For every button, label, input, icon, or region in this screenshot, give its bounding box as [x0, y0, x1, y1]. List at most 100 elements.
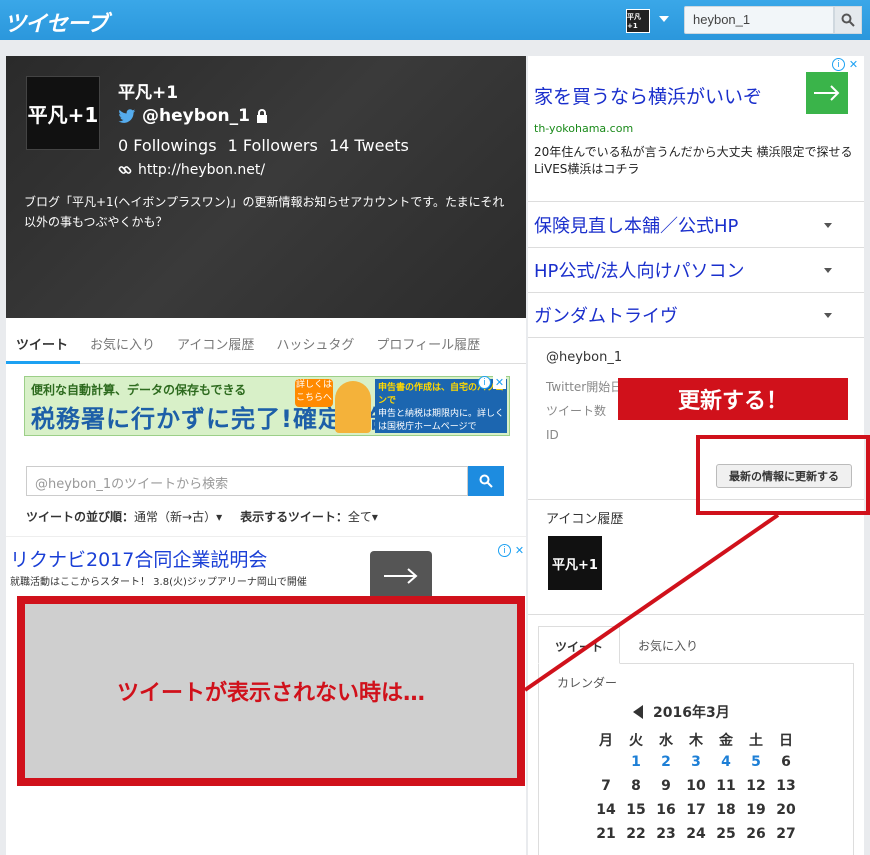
- profile-bio: ブログ「平凡+1(ヘイボンプラスワン)」の更新情報お知らせアカウントです。たまに…: [24, 195, 505, 229]
- calendar-day: 9: [661, 778, 671, 794]
- icon-history-label: アイコン履歴: [546, 512, 624, 527]
- search-icon: [479, 474, 493, 488]
- calendar-day[interactable]: 2: [651, 754, 681, 778]
- tab-tweets[interactable]: ツイート: [6, 322, 81, 364]
- twitter-start-label: Twitter開始日: [546, 380, 623, 394]
- link-icon: [118, 166, 132, 174]
- sidebar-tab-favorites[interactable]: お気に入り: [622, 626, 714, 664]
- arrow-right-icon[interactable]: [370, 551, 432, 601]
- link-ad-label: HP公式/法人向けパソコン: [534, 261, 745, 282]
- sort-options: ツイートの並び順：通常（新→古）▾ 表示するツイート：全て▾: [26, 508, 378, 525]
- calendar-day: 26: [746, 826, 766, 842]
- profile-stats: 0 Followings 1 Followers 14 Tweets: [118, 136, 415, 155]
- calendar-day: 17: [686, 802, 706, 818]
- account-info-handle: @heybon_1: [546, 350, 623, 365]
- sidebar-tab-tweets[interactable]: ツイート: [538, 626, 621, 664]
- calendar-weekday-row: 月火水木金土日: [591, 730, 801, 754]
- link-ad-item[interactable]: 保険見直し本舗／公式HP: [528, 203, 864, 248]
- calendar-day[interactable]: 3: [681, 754, 711, 778]
- followers-count[interactable]: 1 Followers: [228, 136, 318, 155]
- calendar-day[interactable]: 1: [621, 754, 651, 778]
- followings-count[interactable]: 0 Followings: [118, 136, 217, 155]
- link-ad-item[interactable]: ガンダムトライヴ: [528, 293, 864, 338]
- ad-close-icon[interactable]: ✕: [493, 376, 506, 389]
- ad-controls: i ✕: [832, 58, 860, 71]
- tab-icon-history[interactable]: アイコン履歴: [167, 322, 266, 364]
- calendar-grid: 月火水木金土日 1 2 3 4 5 6 7 8 9 10 11 12 13 14 15 16 17 18 19 20 21…: [591, 730, 801, 850]
- recruit-ad-subtitle: 就職活動はここからスタート！ 3.8(火)ジップアリーナ岡山で開催: [10, 577, 307, 588]
- ad-info-icon[interactable]: i: [478, 376, 491, 389]
- profile-handle-row: @heybon_1: [118, 106, 268, 126]
- top-bar: ツイセーブ 平凡+1 heybon_1: [0, 0, 870, 40]
- profile-tabs: ツイート お気に入り アイコン履歴 ハッシュタグ プロフィール履歴: [6, 322, 526, 364]
- user-id-label: ID: [546, 428, 559, 442]
- calendar-week-row: 7 8 9 10 11 12 13: [591, 778, 801, 802]
- housing-ad-title: 家を買うなら横浜がいいぞ: [534, 86, 763, 108]
- calendar-day: 19: [746, 802, 766, 818]
- calendar-week-row: 14 15 16 17 18 19 20: [591, 802, 801, 826]
- ad-info-icon[interactable]: i: [832, 58, 845, 71]
- calendar-weekday: 土: [749, 733, 763, 749]
- user-search-input[interactable]: heybon_1: [684, 6, 834, 34]
- tab-favorites[interactable]: お気に入り: [80, 322, 167, 364]
- profile-url-row: http://heybon.net/: [118, 162, 265, 178]
- tweet-count-label: ツイート数: [546, 404, 607, 418]
- link-ad-item[interactable]: HP公式/法人向けパソコン: [528, 248, 864, 293]
- app-logo[interactable]: ツイセーブ: [4, 6, 109, 38]
- calendar-day: 8: [631, 778, 641, 794]
- calendar-day: 18: [716, 802, 736, 818]
- update-annotation-label: 更新する！: [618, 378, 848, 420]
- calendar-weekday: 木: [689, 733, 703, 749]
- ad-close-icon[interactable]: ✕: [847, 58, 860, 71]
- lock-icon: [257, 109, 267, 123]
- chevron-down-icon: [824, 223, 832, 228]
- icon-history-avatar[interactable]: 平凡+1: [548, 536, 602, 590]
- tab-hashtags[interactable]: ハッシュタグ: [266, 322, 366, 364]
- calendar-day: 20: [776, 802, 796, 818]
- calendar-day: 25: [716, 826, 736, 842]
- previous-month-icon[interactable]: [633, 705, 643, 719]
- calendar-day: 15: [626, 802, 646, 818]
- profile-url-link[interactable]: http://heybon.net/: [138, 162, 265, 178]
- calendar-day: 27: [776, 826, 796, 842]
- calendar-day: 10: [686, 778, 706, 794]
- calendar: カレンダー 2016年3月 月火水木金土日 1 2 3 4 5 6 7 8 9 10 11 12 13 14…: [538, 664, 854, 855]
- tweets-count[interactable]: 14 Tweets: [329, 136, 409, 155]
- calendar-day[interactable]: 4: [711, 754, 741, 778]
- account-menu-chevron-down-icon[interactable]: [659, 16, 669, 22]
- calendar-day: 13: [776, 778, 796, 794]
- tax-ad-info-bottom: 申告と納税は期限内に。詳しくは国税庁ホームページで: [378, 409, 505, 432]
- search-icon: [841, 13, 855, 27]
- calendar-day[interactable]: 5: [741, 754, 771, 778]
- ad-close-icon[interactable]: ✕: [513, 544, 526, 557]
- search-button[interactable]: [834, 6, 862, 34]
- calendar-day: 23: [656, 826, 676, 842]
- update-button-highlight: [696, 435, 870, 515]
- ad-info-icon[interactable]: i: [498, 544, 511, 557]
- tab-profile-history[interactable]: プロフィール履歴: [366, 322, 492, 364]
- calendar-month: 2016年3月: [653, 705, 730, 721]
- annotation-box: ツイートが表示されない時は…: [17, 596, 525, 786]
- sort-order-dropdown[interactable]: ツイートの並び順：通常（新→古）▾: [26, 508, 222, 525]
- tax-ad-banner[interactable]: 便利な自動計算、データの保存もできる 税務署に行かずに完了!確定申告 詳しくはこ…: [24, 376, 510, 436]
- profile-avatar: 平凡+1: [26, 76, 100, 150]
- calendar-header: 2016年3月: [633, 702, 730, 722]
- profile-name: 平凡+1: [118, 83, 179, 103]
- chevron-down-icon: [824, 313, 832, 318]
- calendar-day: 22: [626, 826, 646, 842]
- tweet-search-button[interactable]: [468, 466, 504, 496]
- tweet-filter-dropdown[interactable]: 表示するツイート：全て▾: [240, 508, 378, 525]
- chevron-down-icon: [824, 268, 832, 273]
- tweet-search-input[interactable]: @heybon_1のツイートから検索: [26, 466, 468, 496]
- housing-ad-description: 20年住んでいる私が言うんだから大丈夫 横浜限定で探せるLiVES横浜はコチラ: [534, 145, 853, 176]
- profile-handle: @heybon_1: [142, 106, 250, 126]
- annotation-text: ツイートが表示されない時は…: [116, 681, 425, 706]
- housing-ad[interactable]: 家を買うなら横浜がいいぞ th-yokohama.com 20年住んでいる私が言…: [528, 56, 864, 202]
- account-avatar[interactable]: 平凡+1: [626, 9, 650, 33]
- twitter-bird-icon: [118, 108, 136, 123]
- sort-order-value: 通常（新→古）▾: [134, 510, 223, 524]
- calendar-week-row: 21 22 23 24 25 26 27: [591, 826, 801, 850]
- tax-ad-line1: 便利な自動計算、データの保存もできる: [31, 383, 247, 397]
- arrow-right-icon[interactable]: [806, 72, 848, 114]
- calendar-week-row: 123456: [591, 754, 801, 778]
